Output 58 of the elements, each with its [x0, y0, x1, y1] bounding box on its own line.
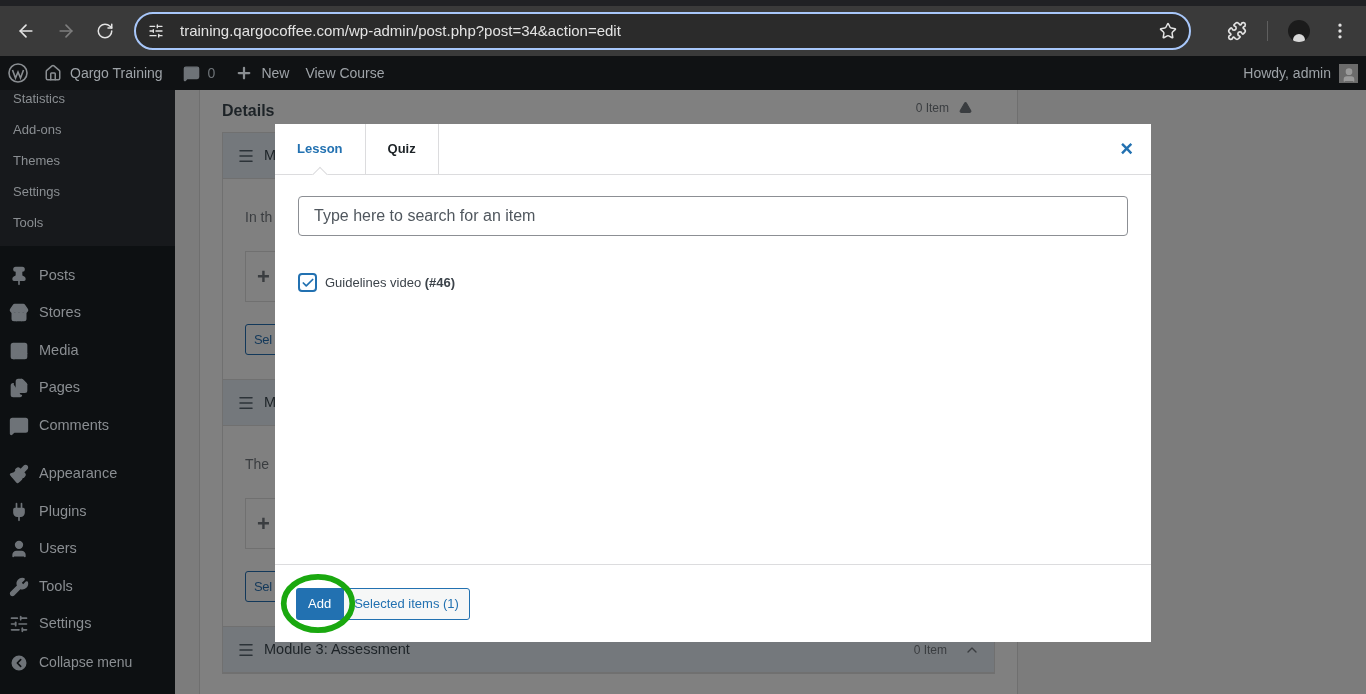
module-title: M — [264, 145, 277, 165]
sidebar-item[interactable]: Tools — [0, 568, 175, 606]
item-count: 0 Item — [913, 641, 947, 659]
pin-icon — [9, 265, 29, 286]
module-title: M — [264, 392, 277, 412]
dialog-tab[interactable]: Quiz — [365, 124, 439, 174]
url-text: training.qargocoffee.com/wp-admin/post.php?post=34&action=edit — [180, 20, 622, 41]
bookmark-star-icon[interactable] — [1159, 22, 1177, 40]
site-info-icon[interactable] — [148, 23, 164, 39]
dialog-tab[interactable]: Lesson — [275, 124, 366, 174]
submenu-item[interactable]: Themes — [13, 145, 60, 176]
home-icon — [44, 64, 62, 82]
triangle-up-icon[interactable] — [959, 101, 972, 114]
submenu-item[interactable]: Statistics — [13, 90, 65, 114]
module-title: Module 3: Assessment — [264, 639, 410, 659]
sidebar-item[interactable]: Media — [0, 332, 175, 370]
store-icon — [9, 303, 29, 324]
brush-icon — [9, 464, 29, 485]
item-count: 0 Item — [915, 99, 949, 117]
details-title: Details — [222, 101, 275, 121]
extensions-icon[interactable] — [1227, 21, 1247, 41]
comments-link[interactable]: 0 — [182, 62, 216, 84]
submenu-item[interactable]: Add-ons — [13, 114, 62, 145]
wrench-icon — [9, 576, 29, 597]
speech-bubble-icon — [9, 415, 29, 436]
close-button[interactable]: × — [1120, 138, 1133, 160]
view-course-link[interactable]: View Course — [305, 62, 385, 84]
pages-icon — [9, 378, 29, 399]
reload-icon[interactable] — [96, 22, 114, 40]
new-link[interactable]: New — [235, 62, 290, 84]
module-description: The — [245, 455, 270, 474]
sliders-icon — [9, 614, 29, 635]
add-button[interactable]: Add — [296, 587, 344, 620]
module-description: In th — [245, 208, 273, 227]
sidebar-item[interactable]: Stores — [0, 294, 175, 332]
collapse-icon — [9, 652, 29, 673]
profile-avatar[interactable] — [1288, 20, 1310, 42]
collapse-menu-button[interactable]: Collapse menu — [0, 644, 175, 681]
submenu-item[interactable]: Tools — [13, 207, 44, 238]
search-field[interactable]: Type here to search for an item — [298, 196, 1128, 236]
item-label[interactable]: Guidelines video (#46) — [325, 273, 456, 293]
sidebar-item[interactable]: Pages — [0, 369, 175, 407]
submenu-item[interactable]: Settings — [13, 176, 60, 207]
sidebar-item[interactable]: Comments — [0, 407, 175, 445]
checkbox[interactable] — [298, 273, 317, 293]
sidebar-item[interactable]: Plugins — [0, 493, 175, 531]
user-icon — [9, 539, 29, 560]
sidebar-item[interactable]: Settings — [0, 605, 175, 643]
sidebar-item[interactable]: Appearance — [0, 455, 175, 493]
speech-bubble-icon — [182, 64, 200, 82]
sidebar-item[interactable]: Posts — [0, 257, 175, 295]
site-link[interactable]: Qargo Training — [44, 62, 163, 84]
logo-icon[interactable] — [8, 63, 28, 83]
selected-items-button[interactable]: Selected items (1) — [343, 587, 470, 620]
sidebar-item[interactable]: Users — [0, 530, 175, 568]
user-avatar[interactable] — [1339, 63, 1358, 83]
greeting-link[interactable]: Howdy, admin — [1243, 62, 1331, 84]
address-bar[interactable]: training.qargocoffee.com/wp-admin/post.php?post=34&action=edit — [134, 12, 1191, 50]
